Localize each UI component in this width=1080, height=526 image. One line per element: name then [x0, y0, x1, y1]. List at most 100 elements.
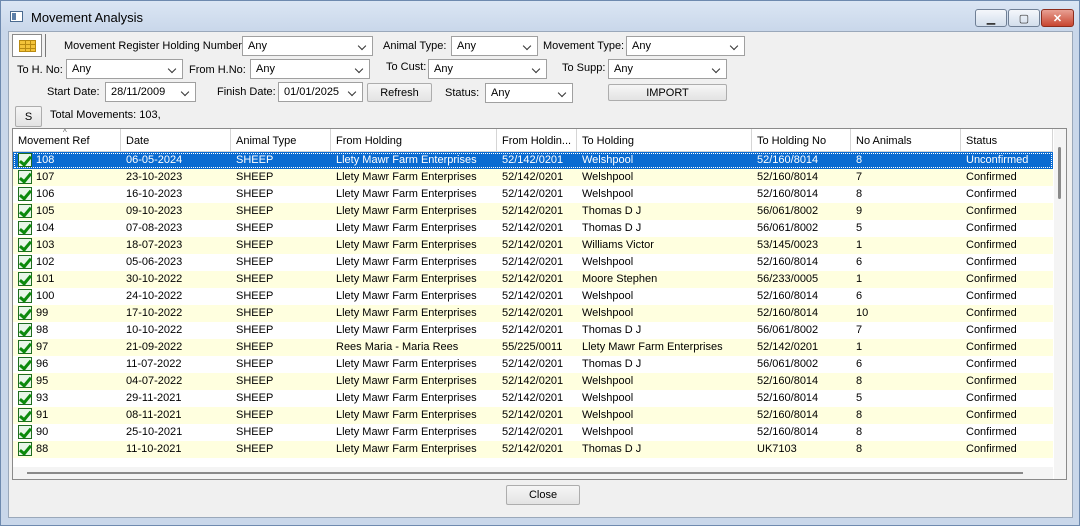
horizontal-scrollbar[interactable] [13, 467, 1053, 479]
checkmark-icon[interactable] [18, 289, 32, 303]
checkmark-icon[interactable] [18, 204, 32, 218]
animal-type-select[interactable]: Any [451, 36, 538, 56]
s-button[interactable]: S [15, 106, 42, 127]
checkmark-icon[interactable] [18, 255, 32, 269]
checkmark-icon[interactable] [18, 221, 32, 235]
column-header[interactable]: Status [961, 129, 1053, 151]
table-cell: 52/142/0201 [502, 409, 564, 421]
table-cell: 98 [13, 322, 121, 339]
table-row[interactable]: 101 30-10-2022 SHEEP Llety Mawr Farm Enterp… [13, 271, 1053, 288]
movement-ref: 99 [36, 307, 49, 319]
table-cell: 56/061/8002 [757, 324, 819, 336]
finish-date-picker[interactable]: 01/01/2025 [278, 82, 363, 102]
checkmark-icon[interactable] [18, 374, 32, 388]
table-row[interactable]: 99 17-10-2022 SHEEP Llety Mawr Farm Enterpr… [13, 305, 1053, 322]
column-header[interactable]: From Holdin... [497, 129, 577, 151]
table-cell: 90 [13, 424, 121, 441]
start-date-picker[interactable]: 28/11/2009 [105, 82, 196, 102]
table-cell: 53/145/0023 [757, 239, 819, 251]
table-cell: Welshpool [582, 307, 634, 319]
movement-type-select[interactable]: Any [626, 36, 745, 56]
to-supp-select[interactable]: Any [608, 59, 727, 79]
checkmark-icon[interactable] [18, 187, 32, 201]
movement-register-label: Movement Register Holding Number: [64, 40, 245, 52]
table-row[interactable]: 91 08-11-2021 SHEEP Llety Mawr Farm Enterpr… [13, 407, 1053, 424]
table-cell: 8 [856, 375, 863, 387]
movement-ref: 93 [36, 392, 49, 404]
table-row[interactable]: 104 07-08-2023 SHEEP Llety Mawr Farm Enterp… [13, 220, 1053, 237]
table-cell: SHEEP [236, 375, 274, 387]
animal-type-value: Any [457, 40, 476, 52]
status-select[interactable]: Any [485, 83, 573, 103]
table-row[interactable]: 102 05-06-2023 SHEEP Llety Mawr Farm Enterp… [13, 254, 1053, 271]
table-row[interactable]: 107 23-10-2023 SHEEP Llety Mawr Farm Enterp… [13, 169, 1053, 186]
table-row[interactable]: 90 25-10-2021 SHEEP Llety Mawr Farm Enterpr… [13, 424, 1053, 441]
horizontal-scroll-thumb[interactable] [27, 472, 1023, 474]
movement-register-select[interactable]: Any [242, 36, 373, 56]
table-row[interactable]: 105 09-10-2023 SHEEP Llety Mawr Farm Enterp… [13, 203, 1053, 220]
table-cell: 8 [856, 188, 863, 200]
vertical-scroll-thumb[interactable] [1058, 147, 1061, 199]
vertical-scrollbar[interactable] [1054, 129, 1066, 479]
table-cell: 52/142/0201 [502, 392, 564, 404]
table-row[interactable]: 96 11-07-2022 SHEEP Llety Mawr Farm Enterpr… [13, 356, 1053, 373]
maximize-button[interactable]: ▢ [1008, 9, 1040, 27]
table-row[interactable]: 88 11-10-2021 SHEEP Llety Mawr Farm Enterpr… [13, 441, 1053, 458]
column-header[interactable]: To Holding No [752, 129, 851, 151]
close-button[interactable]: Close [506, 485, 580, 505]
checkmark-icon[interactable] [18, 408, 32, 422]
movement-type-label: Movement Type: [543, 40, 625, 52]
from-hno-select[interactable]: Any [250, 59, 370, 79]
table-cell: 93 [13, 390, 121, 407]
import-button[interactable]: IMPORT [608, 84, 727, 101]
table-cell: Llety Mawr Farm Enterprises [336, 205, 477, 217]
table-cell: Llety Mawr Farm Enterprises [336, 154, 477, 166]
column-header[interactable]: To Holding [577, 129, 752, 151]
from-hno-label: From H.No: [189, 64, 246, 76]
table-cell: 30-10-2022 [126, 273, 183, 285]
table-row[interactable]: 100 24-10-2022 SHEEP Llety Mawr Farm Enterp… [13, 288, 1053, 305]
table-cell: SHEEP [236, 171, 274, 183]
column-header[interactable]: ^ Movement Ref [13, 129, 121, 151]
column-header[interactable]: Date [121, 129, 231, 151]
table-cell: Llety Mawr Farm Enterprises [336, 307, 477, 319]
column-header[interactable]: Animal Type [231, 129, 331, 151]
minimize-button[interactable]: ▁ [975, 9, 1007, 27]
checkmark-icon[interactable] [18, 425, 32, 439]
movement-ref: 90 [36, 426, 49, 438]
table-row[interactable]: 97 21-09-2022 SHEEP Rees Maria - Maria Rees… [13, 339, 1053, 356]
checkmark-icon[interactable] [18, 357, 32, 371]
grid-view-button[interactable] [12, 34, 42, 57]
checkmark-icon[interactable] [18, 306, 32, 320]
checkmark-icon[interactable] [18, 340, 32, 354]
grid-rows: 108 06-05-2024 SHEEP Llety Mawr Farm Enterp… [13, 152, 1053, 458]
checkmark-icon[interactable] [18, 323, 32, 337]
column-header[interactable]: From Holding [331, 129, 497, 151]
table-row[interactable]: 95 04-07-2022 SHEEP Llety Mawr Farm Enterpr… [13, 373, 1053, 390]
refresh-button[interactable]: Refresh [367, 83, 432, 102]
table-row[interactable]: 93 29-11-2021 SHEEP Llety Mawr Farm Enterpr… [13, 390, 1053, 407]
table-row[interactable]: 98 10-10-2022 SHEEP Llety Mawr Farm Enterpr… [13, 322, 1053, 339]
to-hno-select[interactable]: Any [66, 59, 183, 79]
table-cell: 52/142/0201 [502, 273, 564, 285]
checkmark-icon[interactable] [18, 391, 32, 405]
table-row[interactable]: 106 16-10-2023 SHEEP Llety Mawr Farm Enterp… [13, 186, 1053, 203]
checkmark-icon[interactable] [18, 153, 32, 167]
checkmark-icon[interactable] [18, 442, 32, 456]
checkmark-icon[interactable] [18, 238, 32, 252]
chevron-down-icon [531, 63, 543, 75]
table-cell: 96 [13, 356, 121, 373]
column-header[interactable]: No Animals [851, 129, 961, 151]
table-row[interactable]: 103 18-07-2023 SHEEP Llety Mawr Farm Enterp… [13, 237, 1053, 254]
chevron-down-icon [180, 86, 192, 98]
to-cust-select[interactable]: Any [428, 59, 547, 79]
movements-grid[interactable]: ^ Movement Ref Date Animal Type From Holding… [12, 128, 1067, 480]
table-cell: Llety Mawr Farm Enterprises [336, 426, 477, 438]
checkmark-icon[interactable] [18, 272, 32, 286]
table-row[interactable]: 108 06-05-2024 SHEEP Llety Mawr Farm Enterp… [13, 152, 1053, 169]
table-cell: 52/160/8014 [757, 426, 819, 438]
table-cell: 6 [856, 290, 863, 302]
table-cell: SHEEP [236, 222, 274, 234]
close-window-button[interactable]: ✕ [1041, 9, 1074, 27]
checkmark-icon[interactable] [18, 170, 32, 184]
